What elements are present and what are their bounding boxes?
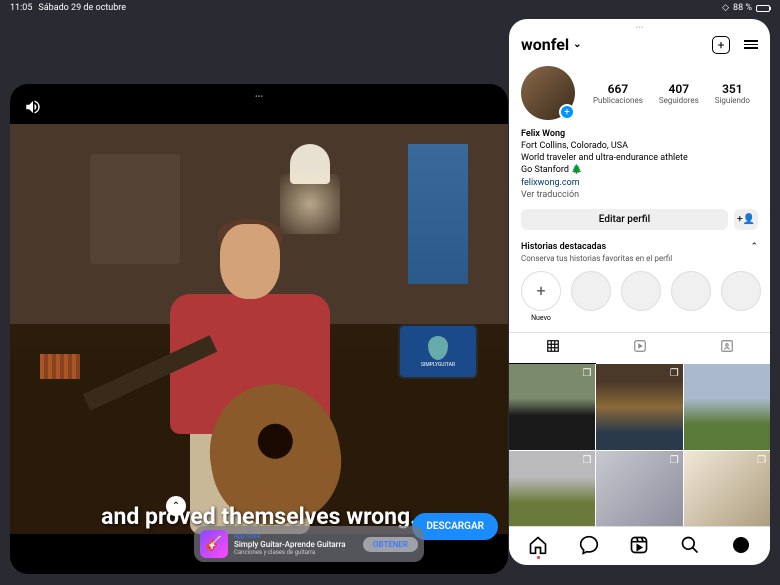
edit-profile-button[interactable]: Editar perfil: [521, 209, 728, 230]
highlights-title: Historias destacadas: [521, 242, 606, 252]
sound-icon[interactable]: [24, 98, 42, 121]
highlight-placeholder: [671, 271, 711, 322]
video-content[interactable]: SIMPLYGUITAR: [10, 124, 508, 534]
post-thumbnail[interactable]: [684, 364, 770, 450]
highlights-subtitle: Conserva tus historias favoritas en el p…: [509, 254, 770, 269]
username-dropdown[interactable]: wonfel ⌄: [521, 35, 582, 54]
posts-grid: ❐ ❐ ❐ ❐ ❐: [509, 364, 770, 526]
post-thumbnail[interactable]: ❐: [684, 451, 770, 526]
chevron-down-icon: ⌄: [573, 39, 581, 50]
collapse-highlights-icon[interactable]: ⌃: [750, 242, 758, 252]
bottom-nav: [509, 526, 770, 565]
app-title: Simply Guitar-Aprende Guitarra: [234, 540, 363, 549]
create-post-button[interactable]: +: [712, 36, 730, 54]
highlight-placeholder: [621, 271, 661, 322]
app-store-banner[interactable]: 🎸 App Store Simply Guitar-Aprende Guitar…: [194, 526, 424, 562]
status-bar: 11:05 Sábado 29 de octubre ◇ 88 %: [0, 0, 780, 16]
highlight-new[interactable]: + Nuevo: [521, 271, 561, 322]
post-thumbnail[interactable]: ❐: [509, 364, 595, 450]
instagram-panel: ••• wonfel ⌄ + + 667 Publicaciones 407 S…: [509, 19, 770, 565]
carousel-icon: ❐: [582, 368, 591, 379]
nav-home[interactable]: [528, 535, 548, 555]
app-category: App Store: [234, 533, 363, 540]
carousel-icon: ❐: [670, 455, 679, 466]
add-story-icon[interactable]: +: [559, 104, 575, 120]
menu-button[interactable]: [744, 40, 758, 49]
bio-link[interactable]: felixwong.com: [521, 177, 758, 189]
carousel-icon: ❐: [757, 455, 766, 466]
battery-icon: [756, 5, 770, 12]
panel-handle[interactable]: •••: [635, 23, 643, 32]
download-button[interactable]: DESCARGAR: [412, 513, 498, 540]
discover-people-button[interactable]: +👤: [734, 209, 758, 230]
status-time: 11:05: [10, 3, 32, 13]
nav-reels[interactable]: [629, 535, 649, 555]
wifi-icon: ◇: [722, 3, 729, 13]
highlight-placeholder: [721, 271, 761, 322]
highlight-placeholder: [571, 271, 611, 322]
carousel-icon: ❐: [582, 455, 591, 466]
post-thumbnail[interactable]: ❐: [596, 451, 682, 526]
post-thumbnail[interactable]: ❐: [596, 364, 682, 450]
nav-profile[interactable]: [731, 535, 751, 555]
tab-tagged[interactable]: [683, 333, 770, 364]
tab-grid[interactable]: [509, 333, 596, 364]
stat-posts[interactable]: 667 Publicaciones: [593, 82, 643, 105]
battery-percent: 88 %: [733, 3, 752, 13]
panel-handle[interactable]: •••: [255, 92, 263, 101]
nav-messenger[interactable]: [579, 535, 599, 555]
stat-followers[interactable]: 407 Seguidores: [659, 82, 699, 105]
post-thumbnail[interactable]: ❐: [509, 451, 595, 526]
stat-following[interactable]: 351 Siguiendo: [715, 82, 750, 105]
profile-bio: Felix Wong Fort Collins, Colorado, USA W…: [509, 128, 770, 209]
status-date: Sábado 29 de octubre: [38, 3, 126, 13]
video-ad-panel: ••• SIMPLYGUITAR and proved themselves w…: [10, 84, 508, 574]
expand-button[interactable]: ⌃: [166, 496, 186, 516]
app-get-button[interactable]: OBTENER: [363, 537, 418, 552]
tablet-in-scene: SIMPLYGUITAR: [398, 324, 478, 379]
profile-avatar[interactable]: +: [521, 66, 575, 120]
nav-search[interactable]: [680, 535, 700, 555]
app-subtitle: Canciones y clases de guitarra: [234, 549, 363, 556]
translate-button[interactable]: Ver traducción: [521, 189, 758, 201]
app-icon: 🎸: [200, 530, 228, 558]
tab-reels[interactable]: [596, 333, 683, 364]
carousel-icon: ❐: [670, 368, 679, 379]
